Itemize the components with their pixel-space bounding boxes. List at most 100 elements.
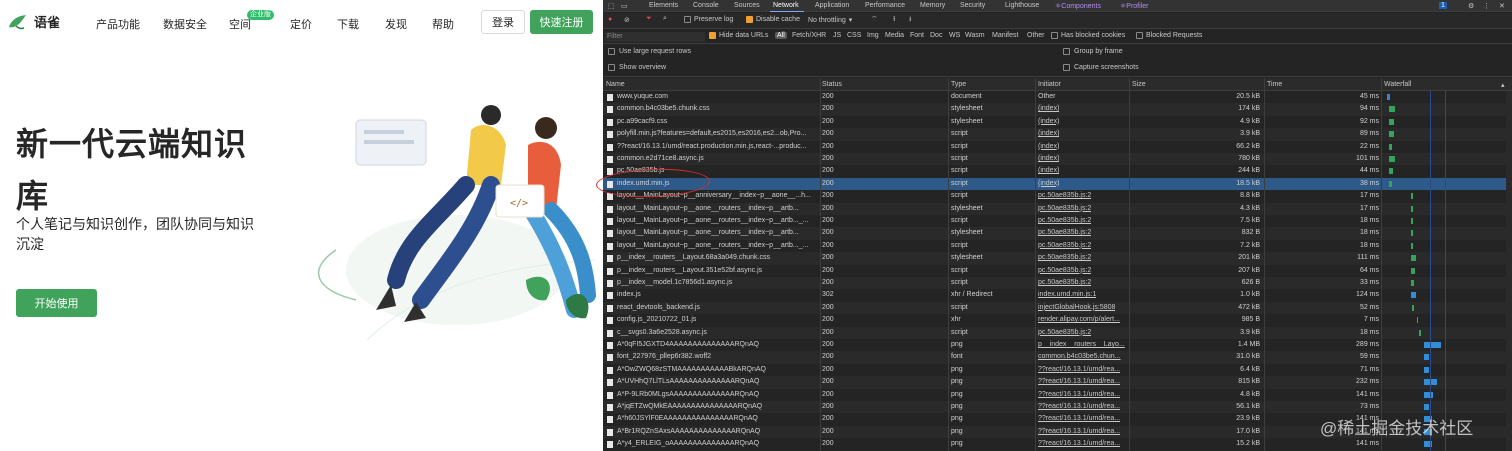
request-row[interactable]: p__index__model.1c7856d1.async.js 200 scri… (603, 277, 1506, 290)
request-initiator[interactable]: ??react/16.13.1/umd/rea... (1038, 376, 1120, 388)
hide-data-urls-checkbox[interactable]: Hide data URLs (709, 32, 768, 39)
filter-other[interactable]: Other (1027, 32, 1045, 39)
large-rows-checkbox[interactable]: Use large request rows (608, 48, 691, 55)
request-initiator[interactable]: (index) (1038, 141, 1059, 153)
request-initiator[interactable]: ??react/16.13.1/umd/rea... (1038, 413, 1120, 425)
request-initiator[interactable]: p__index__routers__Layo... (1038, 339, 1125, 351)
tab-elements[interactable]: Elements (649, 2, 678, 9)
tab-sources[interactable]: Sources (734, 2, 760, 9)
request-initiator[interactable]: pc.50ae835b.js:2 (1038, 327, 1091, 339)
hide-data-urls-box[interactable] (709, 32, 716, 39)
request-row[interactable]: layout__MainLayout~p__aone__routers__ind… (603, 240, 1506, 252)
request-initiator[interactable]: ??react/16.13.1/umd/rea... (1038, 389, 1120, 401)
nav-item-product[interactable]: 产品功能 (96, 16, 140, 32)
request-row[interactable]: A*0qFI5JGXTD4AAAAAAAAAAAAAARQnAQ 200 png p_… (603, 339, 1506, 351)
settings-gear-icon[interactable]: ⚙ (1468, 2, 1474, 10)
request-initiator[interactable]: (index) (1038, 103, 1059, 115)
tab-performance[interactable]: Performance (865, 2, 905, 9)
filter-font[interactable]: Font (910, 32, 924, 39)
tab-components[interactable]: ⚛Components (1055, 2, 1101, 10)
show-overview-box[interactable] (608, 64, 615, 71)
has-blocked-cookies-checkbox[interactable]: Has blocked cookies (1051, 32, 1125, 39)
vertical-scrollbar[interactable] (1506, 91, 1512, 451)
column-waterfall[interactable]: Waterfall (1384, 81, 1411, 88)
export-icon[interactable]: ⭳ (909, 15, 911, 26)
clear-icon[interactable]: ⊘ (624, 16, 630, 24)
request-initiator[interactable]: (index) (1038, 153, 1059, 165)
request-row[interactable]: index.umd.min.js 200 script (index) 18.5 kB 3… (603, 177, 1506, 191)
request-initiator[interactable]: (index) (1038, 165, 1059, 177)
request-row[interactable]: layout__MainLayout~p__aone__routers__ind… (603, 227, 1506, 240)
capture-screenshots-checkbox[interactable]: Capture screenshots (1063, 64, 1139, 71)
import-icon[interactable]: ⭱ (893, 15, 895, 26)
request-row[interactable]: p__index__routers__Layout.351e52bf.async… (603, 265, 1506, 277)
request-row[interactable]: polyfill.min.js?features=default,es2015,… (603, 128, 1506, 141)
filter-wasm[interactable]: Wasm (965, 32, 985, 39)
request-initiator[interactable]: ??react/16.13.1/umd/rea... (1038, 438, 1120, 450)
request-initiator[interactable]: pc.50ae835b.js:2 (1038, 227, 1091, 239)
message-count-badge[interactable]: 1 (1439, 2, 1447, 9)
filter-css[interactable]: CSS (847, 32, 861, 39)
column-name[interactable]: Name (606, 81, 625, 88)
request-initiator[interactable]: pc.50ae835b.js:2 (1038, 277, 1091, 289)
request-initiator[interactable]: (index) (1038, 116, 1059, 128)
filter-img[interactable]: Img (867, 32, 879, 39)
request-initiator[interactable]: ??react/16.13.1/umd/rea... (1038, 364, 1120, 376)
request-initiator[interactable]: common.b4c03be5.chun... (1038, 351, 1121, 363)
request-initiator[interactable]: pc.50ae835b.js:2 (1038, 215, 1091, 227)
request-row[interactable]: common.e2d71ce8.async.js 200 script (index)… (603, 153, 1506, 166)
wifi-icon[interactable]: ⌔ (871, 15, 878, 24)
request-initiator[interactable]: ??react/16.13.1/umd/rea... (1038, 426, 1120, 438)
request-initiator[interactable]: pc.50ae835b.js:2 (1038, 203, 1091, 215)
tab-application[interactable]: Application (815, 2, 849, 9)
blocked-requests-checkbox[interactable]: Blocked Requests (1136, 32, 1202, 39)
group-by-frame-checkbox[interactable]: Group by frame (1063, 48, 1123, 55)
tab-console[interactable]: Console (693, 2, 719, 9)
nav-item-discover[interactable]: 发现 (385, 16, 407, 32)
preserve-log-box[interactable] (684, 16, 691, 23)
nav-item-pricing[interactable]: 定价 (290, 16, 312, 32)
filter-doc[interactable]: Doc (930, 32, 942, 39)
tab-lighthouse[interactable]: Lighthouse (1005, 2, 1039, 9)
more-options-icon[interactable]: ⋮ (1483, 2, 1490, 10)
filter-all[interactable]: All (775, 32, 787, 39)
group-by-frame-box[interactable] (1063, 48, 1070, 55)
request-initiator[interactable]: (index) (1038, 178, 1059, 190)
large-rows-box[interactable] (608, 48, 615, 55)
tab-network[interactable]: Network (773, 2, 799, 9)
column-time[interactable]: Time (1267, 81, 1282, 88)
start-button[interactable]: 开始使用 (16, 289, 97, 317)
request-initiator[interactable]: ??react/16.13.1/umd/rea... (1038, 401, 1120, 413)
request-initiator[interactable]: pc.50ae835b.js:2 (1038, 265, 1091, 277)
column-type[interactable]: Type (951, 81, 966, 88)
request-row[interactable]: A*jqETZwQMkEAAAAAAAAAAAAAAARQnAQ 200 png??… (603, 401, 1506, 414)
filter-js[interactable]: JS (833, 32, 841, 39)
signup-button[interactable]: 快速注册 (530, 10, 593, 34)
preserve-log-checkbox[interactable]: Preserve log (684, 16, 733, 23)
capture-screenshots-box[interactable] (1063, 64, 1070, 71)
request-row[interactable]: c__svgs0.3a6e2528.async.js 200 script pc.50… (603, 326, 1506, 339)
request-row[interactable]: A*OwZWQ68zSTMAAAAAAAAAAABkARQnAQ 200 png??… (603, 364, 1506, 376)
column-size[interactable]: Size (1132, 81, 1146, 88)
request-row[interactable]: A*UVHhQ7LlTLsAAAAAAAAAAAAAARQnAQ 200 png??… (603, 376, 1506, 389)
disable-cache-checkbox[interactable]: Disable cache (746, 16, 800, 23)
column-initiator[interactable]: Initiator (1038, 81, 1061, 88)
logo[interactable]: 语雀 (8, 12, 60, 31)
request-row[interactable]: index.js 302 xhr / Redirect index.umd.min.j… (603, 289, 1506, 301)
request-row[interactable]: layout__MainLayout~p__aone__routers__ind… (603, 202, 1506, 215)
tab-security[interactable]: Security (960, 2, 985, 9)
request-row[interactable]: www.yuque.com 200 document Other 20.5 kB 45 m… (603, 91, 1506, 103)
filter-ws[interactable]: WS (949, 32, 960, 39)
throttling-select[interactable]: No throttling ▾ (808, 16, 852, 25)
device-toggle-icon[interactable]: ▭ (621, 2, 628, 10)
record-icon[interactable]: ● (608, 16, 612, 23)
request-initiator[interactable]: pc.50ae835b.js:2 (1038, 240, 1091, 252)
inspect-icon[interactable]: ⬚ (608, 2, 615, 10)
nav-item-help[interactable]: 帮助 (432, 16, 454, 32)
nav-item-download[interactable]: 下载 (337, 16, 359, 32)
filter-manifest[interactable]: Manifest (992, 32, 1018, 39)
login-button[interactable]: 登录 (481, 10, 525, 34)
search-icon[interactable]: ⌕ (663, 15, 667, 23)
request-initiator[interactable]: render.alipay.com/p/alert... (1038, 314, 1120, 326)
request-initiator[interactable]: index.umd.min.js:1 (1038, 289, 1096, 301)
